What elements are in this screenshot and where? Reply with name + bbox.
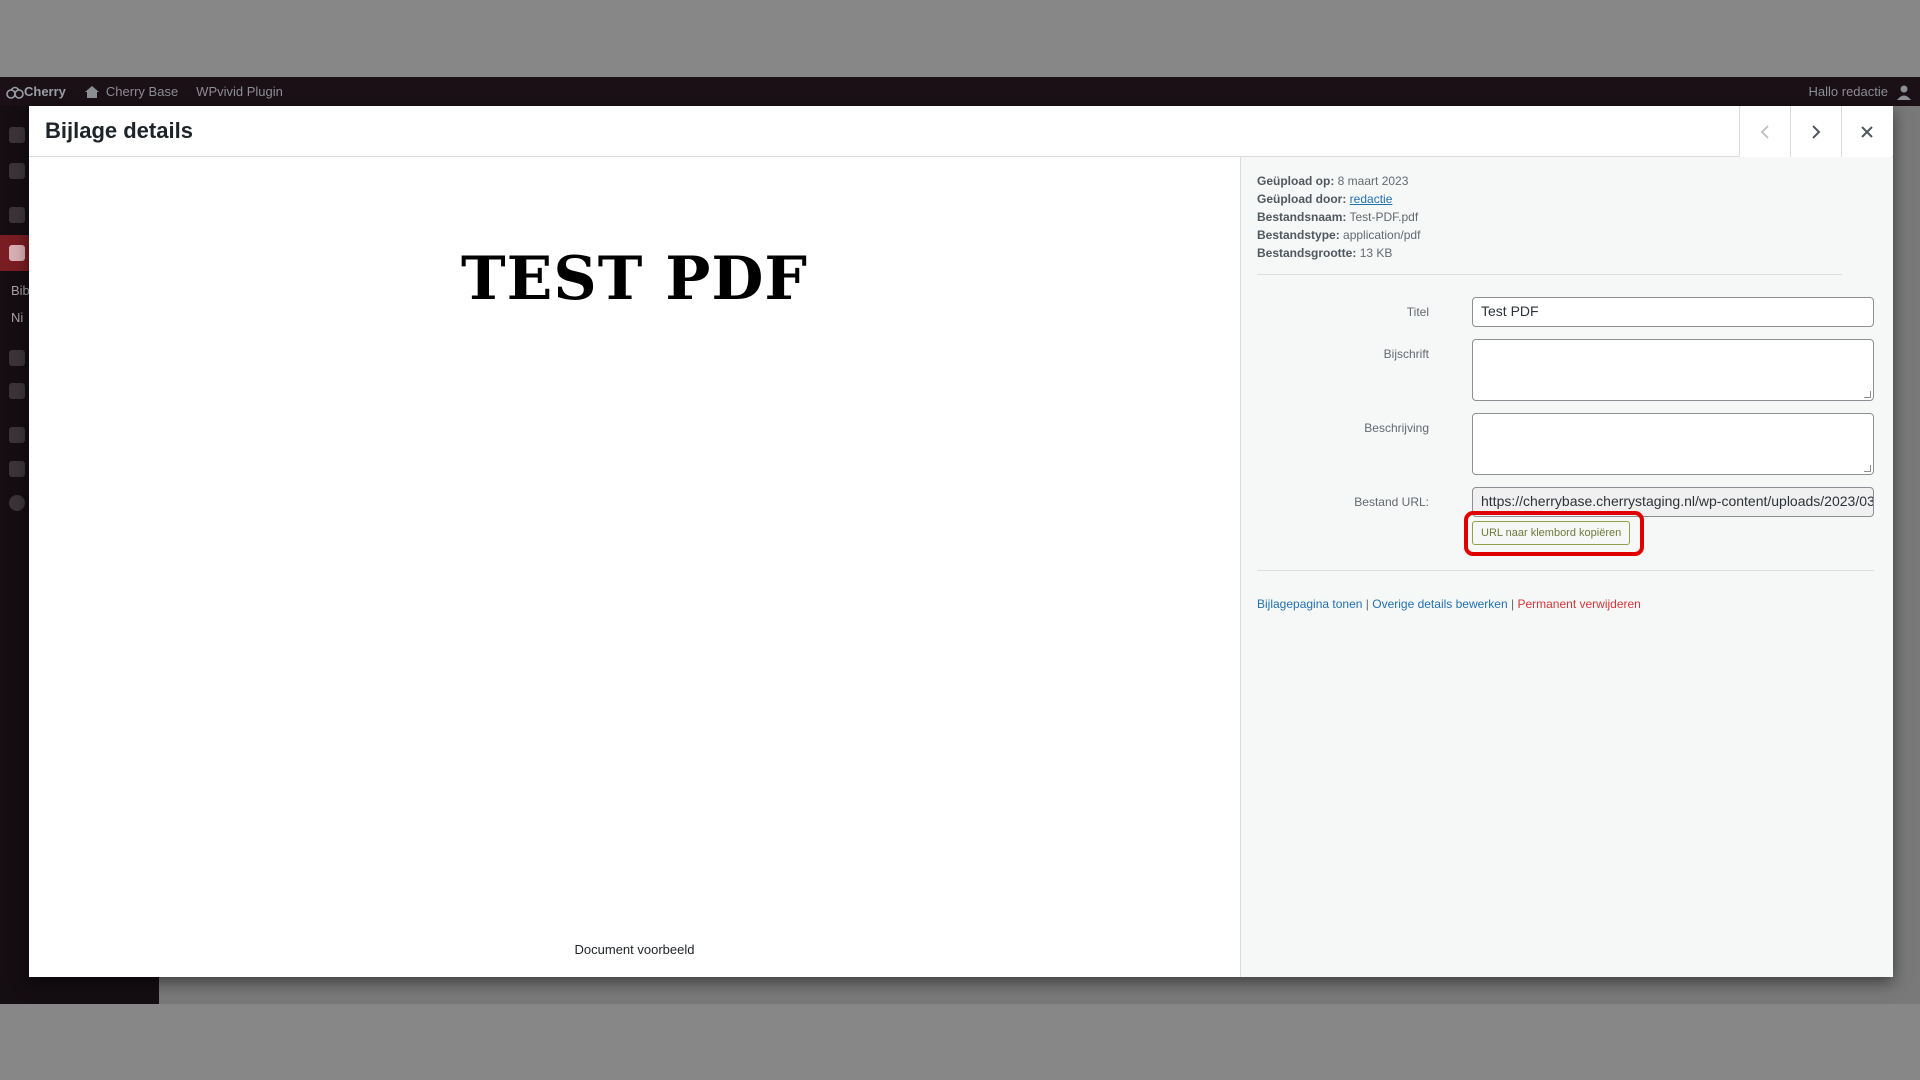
wpvivid-plugin-link[interactable]: WPvivid Plugin (196, 84, 283, 99)
meta-uploaded-by: Geüpload door: redactie (1257, 190, 1420, 208)
home-icon (84, 85, 99, 98)
meta-label: Bestandsnaam: (1257, 210, 1347, 224)
cherry-icon (6, 86, 24, 99)
meta-label: Bestandstype: (1257, 228, 1340, 242)
greeting-text: Hallo redactie (1808, 84, 1889, 99)
meta-label: Geüpload op: (1257, 174, 1335, 188)
site-logo-text: Cherry (24, 84, 66, 99)
resize-handle[interactable] (1864, 465, 1871, 472)
site-logo[interactable]: Cherry (6, 84, 66, 99)
pages-menu-icon[interactable] (9, 383, 25, 399)
edit-more-details-link[interactable]: Overige details bewerken (1372, 597, 1507, 611)
document-preview: TEST PDF Document voorbeeld (29, 157, 1240, 977)
action-separator: | (1510, 597, 1515, 611)
title-input[interactable]: Test PDF (1472, 297, 1874, 327)
resize-handle[interactable] (1864, 391, 1871, 398)
copy-url-button[interactable]: URL naar klembord kopiëren (1472, 521, 1631, 545)
meta-filesize: Bestandsgrootte: 13 KB (1257, 244, 1420, 262)
sidebar-subitem-new[interactable]: Ni (11, 310, 23, 325)
file-url-input[interactable]: https://cherrybase.cherrystaging.nl/wp-c… (1472, 487, 1874, 517)
settings-menu-icon[interactable] (9, 461, 25, 477)
view-attachment-page-link[interactable]: Bijlagepagina tonen (1257, 597, 1362, 611)
meta-label: Geüpload door: (1257, 192, 1347, 206)
uploader-link[interactable]: redactie (1350, 192, 1393, 206)
meta-filetype: Bestandstype: application/pdf (1257, 226, 1420, 244)
meta-value: application/pdf (1343, 228, 1421, 242)
divider (1257, 570, 1874, 571)
description-label: Beschrijving (1364, 421, 1429, 435)
comments-menu-icon[interactable] (9, 350, 25, 366)
previous-attachment-button[interactable] (1739, 106, 1790, 157)
meta-value: 8 maart 2023 (1337, 174, 1409, 188)
action-separator: | (1365, 597, 1369, 611)
meta-filename: Bestandsnaam: Test-PDF.pdf (1257, 208, 1420, 226)
meta-uploaded-on: Geüpload op: 8 maart 2023 (1257, 172, 1420, 190)
chevron-left-icon (1760, 124, 1769, 139)
file-meta: Geüpload op: 8 maart 2023 Geüpload door:… (1257, 172, 1420, 262)
site-name-link[interactable]: Cherry Base (84, 84, 178, 99)
next-attachment-button[interactable] (1790, 106, 1841, 157)
modal-header: Bijlage details (29, 106, 1893, 157)
preview-caption: Document voorbeeld (574, 942, 695, 957)
meta-label: Bestandsgrootte: (1257, 246, 1357, 260)
gauge-menu-icon[interactable] (9, 163, 25, 179)
attachment-info-panel: Geüpload op: 8 maart 2023 Geüpload door:… (1240, 157, 1893, 977)
divider (1257, 274, 1842, 275)
sidebar-subitem-library[interactable]: Bib (11, 283, 30, 298)
admin-bar: Cherry Cherry Base WPvivid Plugin Hallo … (0, 77, 1920, 106)
caption-textarea[interactable] (1472, 339, 1874, 401)
attachment-actions: Bijlagepagina tonen | Overige details be… (1257, 597, 1641, 611)
account-menu[interactable]: Hallo redactie (1809, 77, 1913, 106)
description-textarea[interactable] (1472, 413, 1874, 475)
close-icon (1861, 125, 1873, 138)
pin-menu-icon[interactable] (9, 207, 25, 223)
caption-label: Bijschrift (1383, 347, 1429, 361)
user-avatar-icon (1897, 85, 1911, 100)
pdf-preview-heading: TEST PDF (461, 244, 808, 314)
chevron-right-icon (1812, 124, 1821, 139)
site-name-label: Cherry Base (105, 84, 179, 99)
meta-value: Test-PDF.pdf (1349, 210, 1419, 224)
attachment-details-modal: Bijlage details TEST PDF Document voorbe… (29, 106, 1893, 977)
delete-permanently-link[interactable]: Permanent verwijderen (1517, 597, 1640, 611)
modal-title: Bijlage details (45, 118, 193, 143)
collapse-menu-icon[interactable] (9, 495, 25, 511)
dashboard-menu-icon[interactable] (9, 127, 25, 143)
title-label: Titel (1406, 305, 1429, 319)
close-modal-button[interactable] (1841, 106, 1892, 157)
media-menu-icon (9, 245, 25, 261)
tools-menu-icon[interactable] (9, 427, 25, 443)
file-url-label: Bestand URL: (1354, 495, 1429, 509)
meta-value: 13 KB (1359, 246, 1393, 260)
